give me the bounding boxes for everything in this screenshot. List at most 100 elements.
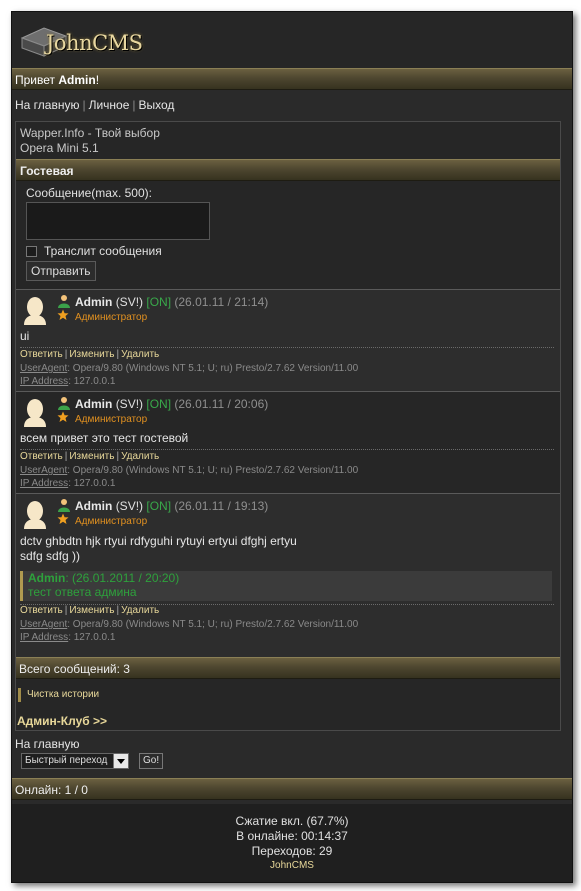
translit-checkbox[interactable] <box>26 245 37 257</box>
user-icon <box>58 397 70 410</box>
ip-address-key[interactable]: IP Address <box>20 632 68 643</box>
star-icon <box>57 513 69 524</box>
quick-nav-selected: Быстрый переход <box>25 755 108 766</box>
post-author[interactable]: Admin <box>75 295 112 309</box>
ip-address-row: IP Address: 127.0.0.1 <box>20 631 358 644</box>
ip-address-value: : 127.0.0.1 <box>68 376 116 387</box>
nav-exit-link[interactable]: Выход <box>139 98 175 112</box>
footer-transitions: Переходов: 29 <box>251 844 333 858</box>
post-role: Администратор <box>75 516 148 527</box>
footer: Сжатие вкл. (67.7%) В онлайне: 00:14:37 … <box>12 804 572 882</box>
nav-separator: | <box>132 98 136 112</box>
footer-compression: Сжатие вкл. (67.7%) <box>235 814 349 828</box>
delete-link[interactable]: Удалить <box>121 605 159 616</box>
translit-option[interactable]: Транслит сообщения <box>26 244 162 258</box>
total-messages-bar: Всего сообщений: 3 <box>16 657 560 679</box>
go-button[interactable]: Go! <box>139 753 164 769</box>
guestbook-post: Admin (SV!) [ON] (26.01.11 / 21:14) Адми… <box>16 289 560 391</box>
post-author[interactable]: Admin <box>75 499 112 513</box>
top-navigation: На главную | Личное | Выход <box>12 94 572 116</box>
post-sv-flag: (SV!) <box>115 295 144 309</box>
post-text: ui <box>20 329 29 344</box>
user-icon <box>58 295 70 308</box>
phone-info: Wapper.Info - Твой выбор Opera Mini 5.1 <box>20 126 160 156</box>
ip-address-key[interactable]: IP Address <box>20 478 68 489</box>
post-header: Admin (SV!) [ON] (26.01.11 / 19:13) <box>75 499 268 513</box>
guestbook-form: Сообщение(max. 500): Транслит сообщения … <box>16 181 560 289</box>
post-text-line: ui <box>20 329 30 343</box>
quick-nav-select[interactable]: Быстрый переход <box>21 753 129 769</box>
post-header: Admin (SV!) [ON] (26.01.11 / 21:14) <box>75 295 268 309</box>
logo-header: JohnCMS <box>12 12 572 68</box>
reply-link[interactable]: Ответить <box>20 451 63 462</box>
bottom-home-link[interactable]: На главную <box>15 737 79 751</box>
phone-info-line: Wapper.Info - Твой выбор <box>20 126 160 140</box>
star-icon <box>57 411 69 422</box>
greeting-username: Admin <box>58 73 96 87</box>
post-actions: Ответить | Изменить | Удалить <box>20 349 159 360</box>
nav-home-link[interactable]: На главную <box>15 98 79 112</box>
reply-link[interactable]: Ответить <box>20 605 63 616</box>
user-agent-value: : Opera/9.80 (Windows NT 5.1; U; ru) Pre… <box>67 363 359 374</box>
footer-online-time: В онлайне: 00:14:37 <box>236 829 348 843</box>
admin-club-link[interactable]: Админ-Клуб >> <box>17 714 107 728</box>
star-icon <box>57 309 69 320</box>
user-agent-row: UserAgent: Opera/9.80 (Windows NT 5.1; U… <box>20 362 358 375</box>
post-online-status: [ON] <box>146 397 172 411</box>
post-text: dctv ghbdtn hjk rtyui rdfyguhi rytuyi er… <box>20 534 297 564</box>
reply-author: Admin <box>28 571 66 585</box>
guestbook-title: Гостевая <box>16 159 560 181</box>
phone-info-line: Opera Mini 5.1 <box>20 141 99 155</box>
avatar-silhouette-icon <box>24 501 46 529</box>
main-content: Wapper.Info - Твой выбор Opera Mini 5.1 … <box>15 121 561 731</box>
avatar-silhouette-icon <box>24 399 46 427</box>
user-icon <box>58 499 70 512</box>
user-agent-key[interactable]: UserAgent <box>20 363 67 374</box>
user-agent-key[interactable]: UserAgent <box>20 465 67 476</box>
edit-link[interactable]: Изменить <box>69 349 114 360</box>
post-actions: Ответить | Изменить | Удалить <box>20 605 159 616</box>
ip-address-key[interactable]: IP Address <box>20 376 68 387</box>
ip-address-value: : 127.0.0.1 <box>68 478 116 489</box>
post-meta: UserAgent: Opera/9.80 (Windows NT 5.1; U… <box>20 362 358 388</box>
post-author[interactable]: Admin <box>75 397 112 411</box>
post-header: Admin (SV!) [ON] (26.01.11 / 20:06) <box>75 397 268 411</box>
edit-link[interactable]: Изменить <box>69 605 114 616</box>
post-date: (26.01.11 / 21:14) <box>174 295 269 309</box>
footer-brand-link[interactable]: JohnCMS <box>12 859 572 873</box>
reply-link[interactable]: Ответить <box>20 349 63 360</box>
greeting-prefix: Привет <box>15 73 59 87</box>
guestbook-post: Admin (SV!) [ON] (26.01.11 / 20:06) Адми… <box>16 391 560 493</box>
post-role: Администратор <box>75 312 148 323</box>
ip-address-row: IP Address: 127.0.0.1 <box>20 477 358 490</box>
post-divider <box>20 347 554 348</box>
online-counter-bar[interactable]: Онлайн: 1 / 0 <box>12 778 572 800</box>
delete-link[interactable]: Удалить <box>121 451 159 462</box>
nav-separator: | <box>82 98 86 112</box>
message-textarea[interactable] <box>26 202 210 240</box>
post-meta: UserAgent: Opera/9.80 (Windows NT 5.1; U… <box>20 464 358 490</box>
post-sv-flag: (SV!) <box>115 499 144 513</box>
quick-navigation: Быстрый переход Go! <box>21 753 164 769</box>
post-online-status: [ON] <box>146 499 172 513</box>
dropdown-arrow-icon[interactable] <box>113 754 128 768</box>
page-frame: JohnCMS Привет Admin! На главную | Личное |… <box>11 11 573 883</box>
translit-label: Транслит сообщения <box>44 244 162 258</box>
greeting-bar: Привет Admin! <box>12 68 572 90</box>
submit-button[interactable]: Отправить <box>26 261 96 281</box>
user-agent-row: UserAgent: Opera/9.80 (Windows NT 5.1; U… <box>20 464 358 477</box>
greeting-suffix: ! <box>95 73 100 87</box>
user-agent-value: : Opera/9.80 (Windows NT 5.1; U; ru) Pre… <box>67 619 359 630</box>
edit-link[interactable]: Изменить <box>69 451 114 462</box>
nav-personal-link[interactable]: Личное <box>89 98 130 112</box>
post-sv-flag: (SV!) <box>115 397 144 411</box>
delete-link[interactable]: Удалить <box>121 349 159 360</box>
post-text-line: sdfg sdfg )) <box>20 549 81 563</box>
user-agent-key[interactable]: UserAgent <box>20 619 67 630</box>
admin-reply: Admin: (26.01.2011 / 20:20) тест ответа … <box>20 571 552 601</box>
reply-text: тест ответа админа <box>28 585 137 599</box>
clear-history-link[interactable]: Чистка истории <box>18 688 99 702</box>
post-date: (26.01.11 / 19:13) <box>174 499 269 513</box>
logo-title[interactable]: JohnCMS <box>46 31 143 55</box>
post-online-status: [ON] <box>146 295 172 309</box>
